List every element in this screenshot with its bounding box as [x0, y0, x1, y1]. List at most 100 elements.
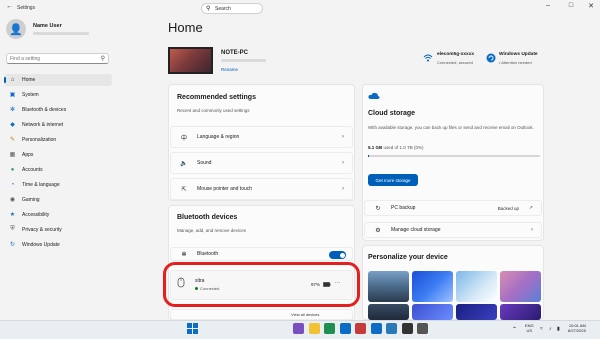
network-name[interactable]: elecom5g-xxxxx	[437, 52, 474, 57]
close-icon[interactable]: ✕	[583, 2, 599, 10]
theme-thumbnail[interactable]	[412, 304, 453, 320]
bluetooth-toggle-label: Bluetooth	[197, 251, 219, 257]
sidebar-item-label: Windows Update	[22, 242, 60, 248]
brush-icon: ✎	[9, 137, 16, 143]
clock[interactable]: 10:01 AM 6/27/2025	[568, 323, 586, 333]
language-indicator[interactable]: ENG US	[525, 323, 534, 333]
network-icon: ◆	[10, 122, 15, 128]
pc-backup-label: PC backup	[391, 205, 416, 211]
sidebar-item-windows-update[interactable]: ↻ Windows Update	[4, 239, 112, 251]
sidebar-item-accounts[interactable]: ● Accounts	[4, 164, 112, 176]
sidebar-item-network-internet[interactable]: ◆ Network & internet	[4, 119, 112, 131]
storage-progress-track	[368, 155, 540, 157]
chevron-right-icon: ›	[342, 186, 344, 192]
theme-thumbnail[interactable]	[368, 304, 409, 320]
rename-link[interactable]: Rename	[221, 67, 238, 72]
file-explorer-icon[interactable]	[308, 323, 320, 334]
manage-storage-icon: ⚙	[375, 227, 381, 234]
bluetooth-icon: ✻	[181, 251, 187, 258]
sidebar-item-personalization[interactable]: ✎ Personalization	[4, 134, 112, 146]
sidebar-item-privacy-security[interactable]: ⛨ Privacy & security	[4, 224, 112, 236]
home-icon: ⌂	[10, 76, 15, 83]
cloud-description: With available storage, you can back up …	[368, 125, 534, 130]
storage-progress-fill	[368, 155, 369, 157]
sidebar-item-time-language[interactable]: ◔ Time & language	[4, 179, 112, 191]
page-title: Home	[168, 20, 203, 35]
volume-tray-icon[interactable]: ♪	[549, 326, 552, 332]
wifi-icon	[423, 54, 433, 62]
view-devices-row[interactable]: View all devices	[170, 309, 353, 320]
user-email-redacted	[33, 32, 89, 35]
globe-icon: ◔	[10, 181, 15, 188]
wifi-tray-icon[interactable]: ≈	[540, 326, 543, 332]
app-icon[interactable]	[401, 323, 413, 334]
app-icon[interactable]	[324, 323, 335, 334]
bluetooth-toggle[interactable]	[329, 251, 346, 259]
theme-thumbnail[interactable]	[500, 271, 541, 302]
bluetooth-icon: ✻	[9, 107, 16, 113]
app-icon[interactable]	[355, 323, 366, 334]
sidebar-item-system[interactable]: ▣ System	[4, 89, 112, 101]
maximize-icon[interactable]: □	[563, 2, 579, 9]
sidebar-item-gaming[interactable]: ◉ Gaming	[4, 194, 112, 206]
search-input[interactable]	[10, 56, 96, 62]
find-setting-search[interactable]: ⚲	[6, 53, 109, 64]
settings-gear-icon[interactable]	[417, 323, 428, 334]
lang-bottom: US	[526, 328, 533, 333]
update-icon: ↻	[9, 242, 16, 248]
cloud-usage: 5.1 GB used of 1.0 TB (0%)	[368, 145, 423, 150]
sidebar-item-bluetooth-devices[interactable]: ✻ Bluetooth & devices	[4, 104, 112, 116]
recommended-subtitle: Recent and commonly used settings	[177, 108, 250, 113]
sidebar-item-label: Bluetooth & devices	[22, 107, 67, 113]
pc-backup-row[interactable]: ↻ PC backup Backed up ↗	[364, 200, 542, 216]
theme-thumbnail[interactable]	[500, 304, 541, 320]
speaker-icon: 🔈	[180, 160, 188, 167]
tray-chevron-icon[interactable]: ⌃	[512, 326, 517, 333]
accessibility-icon: ★	[9, 212, 16, 218]
pc-backup-status: Backed up	[497, 205, 519, 211]
backup-icon: ↻	[375, 205, 381, 212]
app-icon[interactable]	[386, 323, 397, 334]
minimize-icon[interactable]: –	[540, 2, 556, 9]
theme-thumbnail[interactable]	[412, 271, 453, 302]
get-more-storage-button[interactable]: Get more storage	[368, 174, 418, 186]
window-title: Settings	[17, 5, 36, 11]
sidebar-item-label: Time & language	[22, 182, 60, 188]
cloud-storage-card	[362, 84, 544, 241]
store-icon[interactable]	[339, 323, 351, 334]
recommended-row-mouse-pointer-and-touch[interactable]: ⇱ Mouse pointer and touch ›	[170, 178, 353, 200]
taskbar-search[interactable]: ⚲ Search	[201, 3, 263, 14]
avatar[interactable]: 👤	[6, 19, 26, 39]
edge-icon[interactable]	[370, 323, 382, 334]
user-name: Name User	[33, 23, 62, 29]
bluetooth-title: Bluetooth devices	[177, 214, 238, 221]
recommended-row-sound[interactable]: 🔈 Sound ›	[170, 152, 353, 174]
windows-start-icon[interactable]	[187, 323, 198, 334]
battery-tray-icon[interactable]: ▮	[557, 326, 560, 332]
onedrive-cloud-icon	[368, 92, 380, 99]
chevron-right-icon: ›	[342, 160, 344, 166]
theme-thumbnail[interactable]	[368, 271, 409, 302]
theme-thumbnail[interactable]	[456, 271, 497, 302]
windows-update-status: • Attention needed	[499, 60, 532, 65]
windows-update-title[interactable]: Windows Update	[499, 52, 538, 57]
external-link-icon: ↗	[528, 205, 533, 211]
sidebar-item-home[interactable]: ⌂ Home	[4, 74, 112, 86]
sidebar-item-label: System	[22, 92, 39, 98]
search-icon: ⚲	[100, 56, 105, 62]
device-model-redacted	[221, 59, 266, 62]
cloud-usage-amount: 5.1 GB	[368, 145, 383, 150]
view-devices-label: View all devices	[291, 312, 320, 317]
recommended-row-label: Sound	[197, 160, 212, 166]
theme-thumbnail[interactable]	[456, 304, 497, 320]
task-view-icon[interactable]	[293, 323, 304, 334]
highlight-annotation	[163, 262, 360, 307]
sidebar-item-label: Home	[22, 77, 36, 83]
sidebar-item-accessibility[interactable]: ★ Accessibility	[4, 209, 112, 221]
back-arrow-icon[interactable]: ←	[6, 3, 13, 10]
recommended-row-label: Language & region	[197, 134, 240, 140]
sidebar-item-apps[interactable]: ▦ Apps	[4, 149, 112, 161]
recommended-row-language-region[interactable]: 中 Language & region ›	[170, 126, 353, 148]
cloud-title: Cloud storage	[368, 110, 416, 117]
manage-cloud-storage-row[interactable]: ⚙ Manage cloud storage ›	[364, 222, 542, 238]
